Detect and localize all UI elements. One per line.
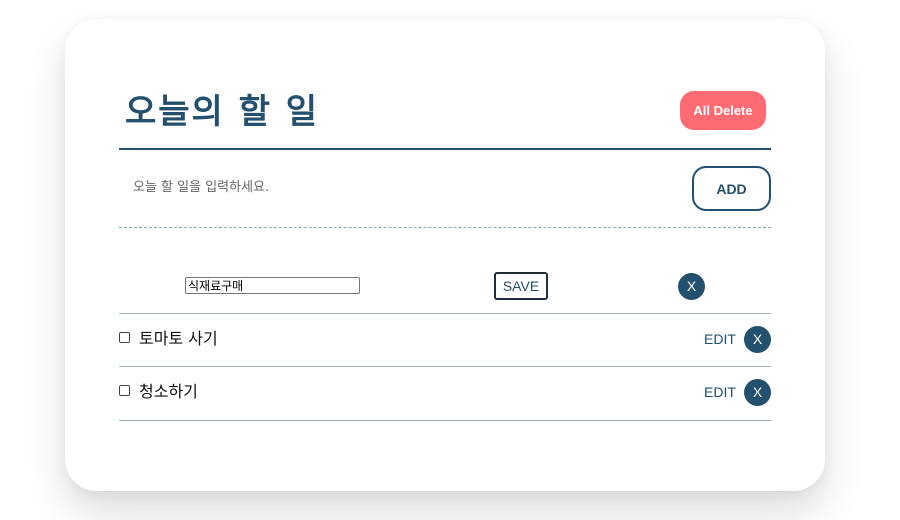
edit-button[interactable]: EDIT	[704, 331, 736, 347]
todo-item: 토마토 사기 EDIT X	[119, 314, 771, 367]
todo-item: 청소하기 EDIT X	[119, 367, 771, 421]
delete-button[interactable]: X	[678, 273, 705, 300]
page-title: 오늘의 할 일	[125, 92, 320, 132]
todo-input[interactable]	[119, 168, 673, 206]
todo-text: 토마토 사기	[139, 329, 218, 348]
header-divider	[119, 148, 771, 150]
todo-text: 청소하기	[139, 382, 198, 401]
todo-checkbox[interactable]	[119, 332, 130, 343]
todo-checkbox[interactable]	[119, 385, 130, 396]
all-delete-button[interactable]: All Delete	[680, 91, 766, 130]
save-button[interactable]: SAVE	[494, 272, 548, 300]
delete-button[interactable]: X	[744, 326, 771, 353]
edit-button[interactable]: EDIT	[704, 384, 736, 400]
input-divider	[119, 227, 771, 228]
todo-item-editing: SAVE X	[119, 260, 771, 314]
edit-todo-input[interactable]	[185, 277, 360, 294]
add-button[interactable]: ADD	[692, 166, 771, 211]
delete-button[interactable]: X	[744, 379, 771, 406]
